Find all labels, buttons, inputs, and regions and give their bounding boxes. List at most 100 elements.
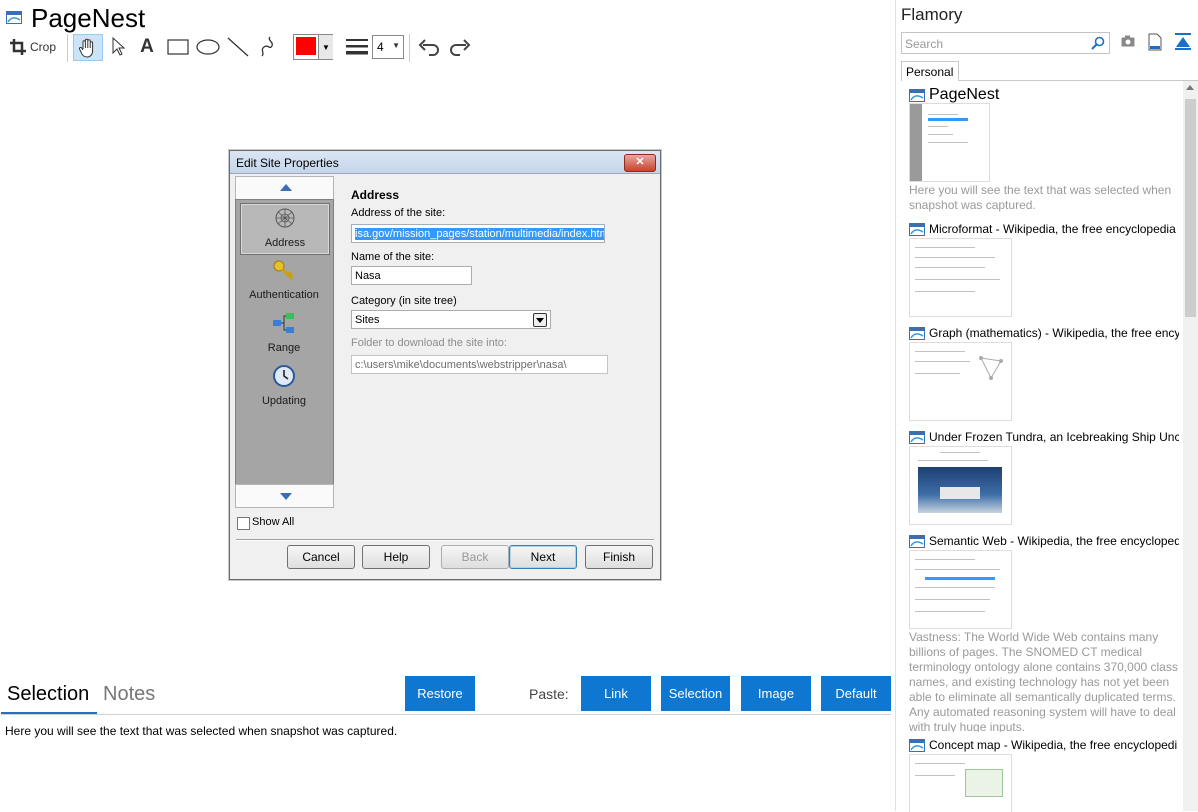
undo-icon [418, 39, 439, 56]
snapshot-thumbnail[interactable] [909, 103, 990, 182]
toolbar-divider [409, 34, 410, 62]
hand-icon [79, 38, 94, 58]
arrow-down-icon [280, 493, 292, 500]
edit-site-properties-dialog: Edit Site Properties ✕ Address Authentic… [229, 150, 661, 580]
scrollbar-thumb[interactable] [1185, 99, 1196, 317]
restore-button[interactable]: Restore [405, 676, 475, 711]
text-tool-button[interactable]: A [136, 34, 158, 60]
tab-notes[interactable]: Notes [103, 683, 155, 706]
show-all-checkbox[interactable] [237, 517, 250, 530]
nav-item-authentication[interactable]: Authentication [240, 256, 328, 306]
sidebar-scrollbar[interactable] [1183, 81, 1198, 811]
folder-field-label: Folder to download the site into: [351, 337, 507, 349]
dialog-titlebar: Edit Site Properties ✕ [230, 151, 660, 174]
section-title: Address [351, 188, 400, 202]
pin-to-top-icon[interactable] [1175, 33, 1191, 51]
back-button[interactable]: Back [441, 545, 509, 569]
select-tool-button[interactable] [107, 34, 131, 60]
snapshot-thumbnail[interactable] [909, 754, 1012, 812]
paste-label: Paste: [529, 686, 569, 702]
line-width-value: 4 [377, 40, 384, 54]
snapshot-description: Here you will see the text that was sele… [909, 183, 1172, 212]
snapshot-thumbnail[interactable] [909, 550, 1012, 629]
nav-scroll-up-button[interactable] [235, 176, 334, 200]
category-field-label: Category (in site tree) [351, 295, 457, 307]
line-icon [227, 37, 249, 57]
nav-item-label: Updating [261, 395, 307, 407]
snapshot-title[interactable]: Semantic Web - Wikipedia, the free encyc… [929, 534, 1179, 548]
network-icon [273, 313, 294, 333]
clock-icon [273, 365, 295, 387]
snapshot-page-icon [909, 327, 925, 340]
address-field[interactable]: isa.gov/mission_pages/station/multimedia… [351, 224, 605, 243]
sidebar-divider [895, 0, 896, 811]
line-width-select[interactable]: 4 ▼ [372, 35, 404, 59]
crop-button[interactable]: Crop [6, 34, 60, 60]
line-width-button[interactable] [344, 34, 370, 60]
nav-item-label: Address [264, 237, 306, 249]
finish-button[interactable]: Finish [585, 545, 653, 569]
chevron-down-icon: ▼ [392, 41, 400, 50]
close-button[interactable]: ✕ [624, 154, 656, 172]
dialog-nav-list: Address Authentication Range Updating [235, 199, 334, 485]
freehand-icon [261, 36, 274, 57]
paste-link-button[interactable]: Link [581, 676, 651, 711]
nav-item-updating[interactable]: Updating [240, 362, 328, 412]
app-title: PageNest [31, 3, 146, 33]
snapshot-thumbnail[interactable] [909, 446, 1012, 525]
redo-button[interactable] [447, 34, 473, 60]
scroll-up-icon [1186, 85, 1194, 90]
category-select[interactable]: Sites [351, 310, 551, 329]
text-a-icon: A [140, 36, 154, 57]
snapshot-title[interactable]: Microformat - Wikipedia, the free encycl… [929, 222, 1179, 236]
ellipse-icon [196, 39, 220, 55]
snapshot-description: Vastness: The World Wide Web contains ma… [909, 630, 1178, 732]
next-button[interactable]: Next [509, 545, 577, 569]
nav-item-address[interactable]: Address [240, 203, 330, 255]
paste-default-button[interactable]: Default [821, 676, 891, 711]
key-icon [273, 260, 294, 281]
app-page-icon [6, 11, 22, 24]
tab-personal[interactable]: Personal [901, 61, 959, 81]
snapshot-thumbnail[interactable] [909, 342, 1012, 421]
web-icon [275, 208, 295, 228]
toolbar-divider [67, 34, 68, 62]
snapshot-title[interactable]: Concept map - Wikipedia, the free encycl… [929, 738, 1179, 752]
show-all-label: Show All [252, 516, 295, 528]
snapshot-title[interactable]: Graph (mathematics) - Wikipedia, the fre… [929, 326, 1179, 340]
tab-selection[interactable]: Selection [7, 683, 89, 706]
snapshot-title[interactable]: PageNest [929, 86, 1179, 104]
sidebar-title: Flamory [901, 5, 963, 24]
undo-button[interactable] [416, 34, 442, 60]
snapshot-page-icon [909, 535, 925, 548]
paste-selection-button[interactable]: Selection [661, 676, 730, 711]
category-value: Sites [355, 314, 380, 326]
nav-scroll-down-button[interactable] [235, 484, 334, 508]
help-button[interactable]: Help [362, 545, 430, 569]
redo-icon [450, 39, 471, 56]
camera-icon[interactable] [1121, 35, 1135, 47]
cursor-arrow-icon [112, 37, 126, 56]
snapshot-page-icon [909, 223, 925, 236]
name-field[interactable]: Nasa [351, 266, 472, 285]
crop-label: Crop [29, 40, 56, 54]
address-field-label: Address of the site: [351, 207, 446, 219]
folder-field[interactable]: c:\users\mike\documents\webstripper\nasa… [351, 355, 608, 374]
rectangle-tool-button[interactable] [165, 34, 191, 60]
nav-item-label: Range [267, 342, 301, 354]
paste-image-button[interactable]: Image [741, 676, 811, 711]
snapshot-title[interactable]: Under Frozen Tundra, an Icebreaking Ship… [929, 430, 1179, 444]
search-icon [1091, 36, 1105, 50]
snapshot-page-icon [909, 431, 925, 444]
pan-tool-button[interactable] [73, 34, 103, 61]
cancel-button[interactable]: Cancel [287, 545, 355, 569]
nav-item-range[interactable]: Range [240, 309, 328, 359]
document-icon[interactable] [1148, 33, 1162, 51]
freehand-tool-button[interactable] [256, 34, 280, 60]
snapshot-thumbnail[interactable] [909, 238, 1012, 317]
line-tool-button[interactable] [226, 34, 250, 60]
address-value: isa.gov/mission_pages/station/multimedia… [355, 228, 604, 240]
ellipse-tool-button[interactable] [195, 34, 221, 60]
color-picker[interactable]: ▼ [293, 34, 333, 60]
search-input[interactable]: Search [901, 32, 1110, 54]
